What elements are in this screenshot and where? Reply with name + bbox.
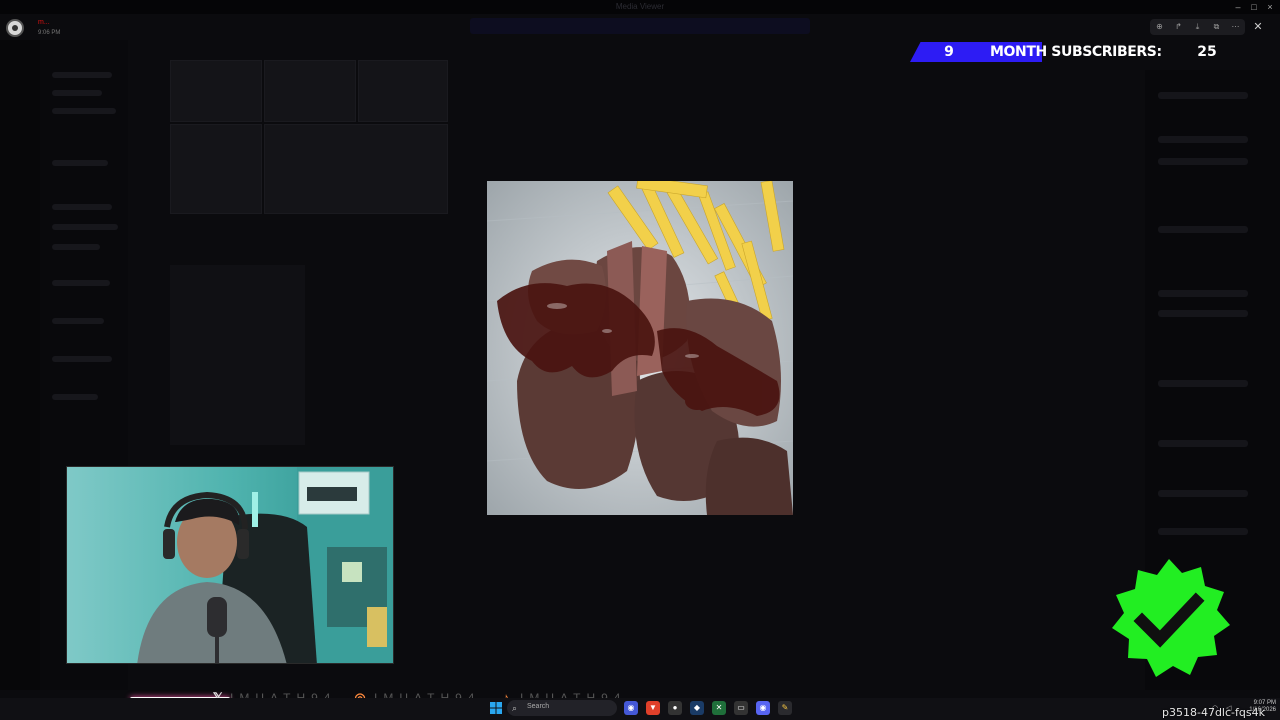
minimize-icon[interactable]: – — [1232, 2, 1244, 12]
streamer-webcam — [67, 467, 393, 663]
member-row — [1158, 136, 1248, 143]
more-options-icon[interactable]: ⋯ — [1230, 21, 1242, 33]
taskbar-app-discord-icon[interactable]: ◉ — [624, 701, 638, 715]
app-title-bar: Media Viewer – □ × — [0, 0, 1280, 14]
window-close-icon[interactable]: × — [1264, 2, 1276, 12]
maximize-icon[interactable]: □ — [1248, 2, 1260, 12]
download-icon[interactable]: ⤓ — [1192, 21, 1204, 33]
channel-row — [52, 160, 108, 166]
member-row — [1158, 310, 1248, 317]
food-photo[interactable] — [487, 181, 793, 515]
member-row — [1158, 528, 1248, 535]
channel-row — [52, 280, 110, 286]
channel-row — [52, 108, 116, 114]
channel-row — [52, 90, 102, 96]
taskbar-app-pen-icon[interactable]: ✎ — [778, 701, 792, 715]
author-avatar[interactable] — [6, 19, 24, 37]
taskbar-app-chrome-icon[interactable]: ● — [668, 701, 682, 715]
taskbar-app-discord-active-icon[interactable]: ◉ — [756, 701, 770, 715]
channel-row — [52, 356, 112, 362]
code-watermark: p3518-47dlc-fqs4k — [1162, 706, 1265, 719]
channel-row — [52, 72, 112, 78]
member-row — [1158, 158, 1248, 165]
verified-check-icon — [1104, 555, 1234, 685]
channel-row — [52, 224, 118, 230]
message-image — [170, 265, 305, 445]
taskbar — [0, 698, 1280, 720]
close-viewer-button[interactable]: ✕ — [1250, 19, 1266, 35]
message-image-grid — [170, 60, 448, 214]
server-rail — [0, 40, 40, 690]
subscriber-label: MONTH SUBSCRIBERS: — [990, 44, 1162, 60]
channel-row — [52, 204, 112, 210]
subscriber-goal: 25 — [1197, 44, 1217, 60]
author-name[interactable]: m... — [38, 19, 50, 26]
search-icon: ⌕ — [512, 703, 518, 713]
member-row — [1158, 380, 1248, 387]
app-banner — [470, 18, 810, 34]
member-row — [1158, 440, 1248, 447]
month-count: 9 — [944, 44, 954, 60]
taskbar-app-generic-icon[interactable]: ▭ — [734, 701, 748, 715]
forward-icon[interactable]: ↱ — [1173, 21, 1185, 33]
channel-row — [52, 394, 98, 400]
member-row — [1158, 226, 1248, 233]
channel-row — [52, 244, 100, 250]
taskbar-app-brave-icon[interactable]: ▼ — [646, 701, 660, 715]
member-row — [1158, 290, 1248, 297]
subscriber-goal-overlay: 9 MONTH SUBSCRIBERS: 25 — [910, 42, 1230, 62]
channel-row — [52, 318, 104, 324]
steak-illustration — [487, 181, 793, 515]
viewer-toolbar: ⊕ ↱ ⤓ ⧉ ⋯ — [1150, 19, 1245, 35]
webcam-feed — [66, 466, 394, 664]
message-timestamp: 9:06 PM — [38, 30, 61, 36]
search-placeholder: Search — [527, 703, 550, 710]
taskbar-app-xbox-icon[interactable]: ✕ — [712, 701, 726, 715]
member-row — [1158, 490, 1248, 497]
open-external-icon[interactable]: ⧉ — [1211, 21, 1223, 33]
zoom-icon[interactable]: ⊕ — [1154, 21, 1166, 33]
app-title: Media Viewer — [615, 2, 665, 11]
windows-start-icon[interactable] — [490, 702, 502, 714]
taskbar-app-steam-icon[interactable]: ◆ — [690, 701, 704, 715]
member-row — [1158, 92, 1248, 99]
